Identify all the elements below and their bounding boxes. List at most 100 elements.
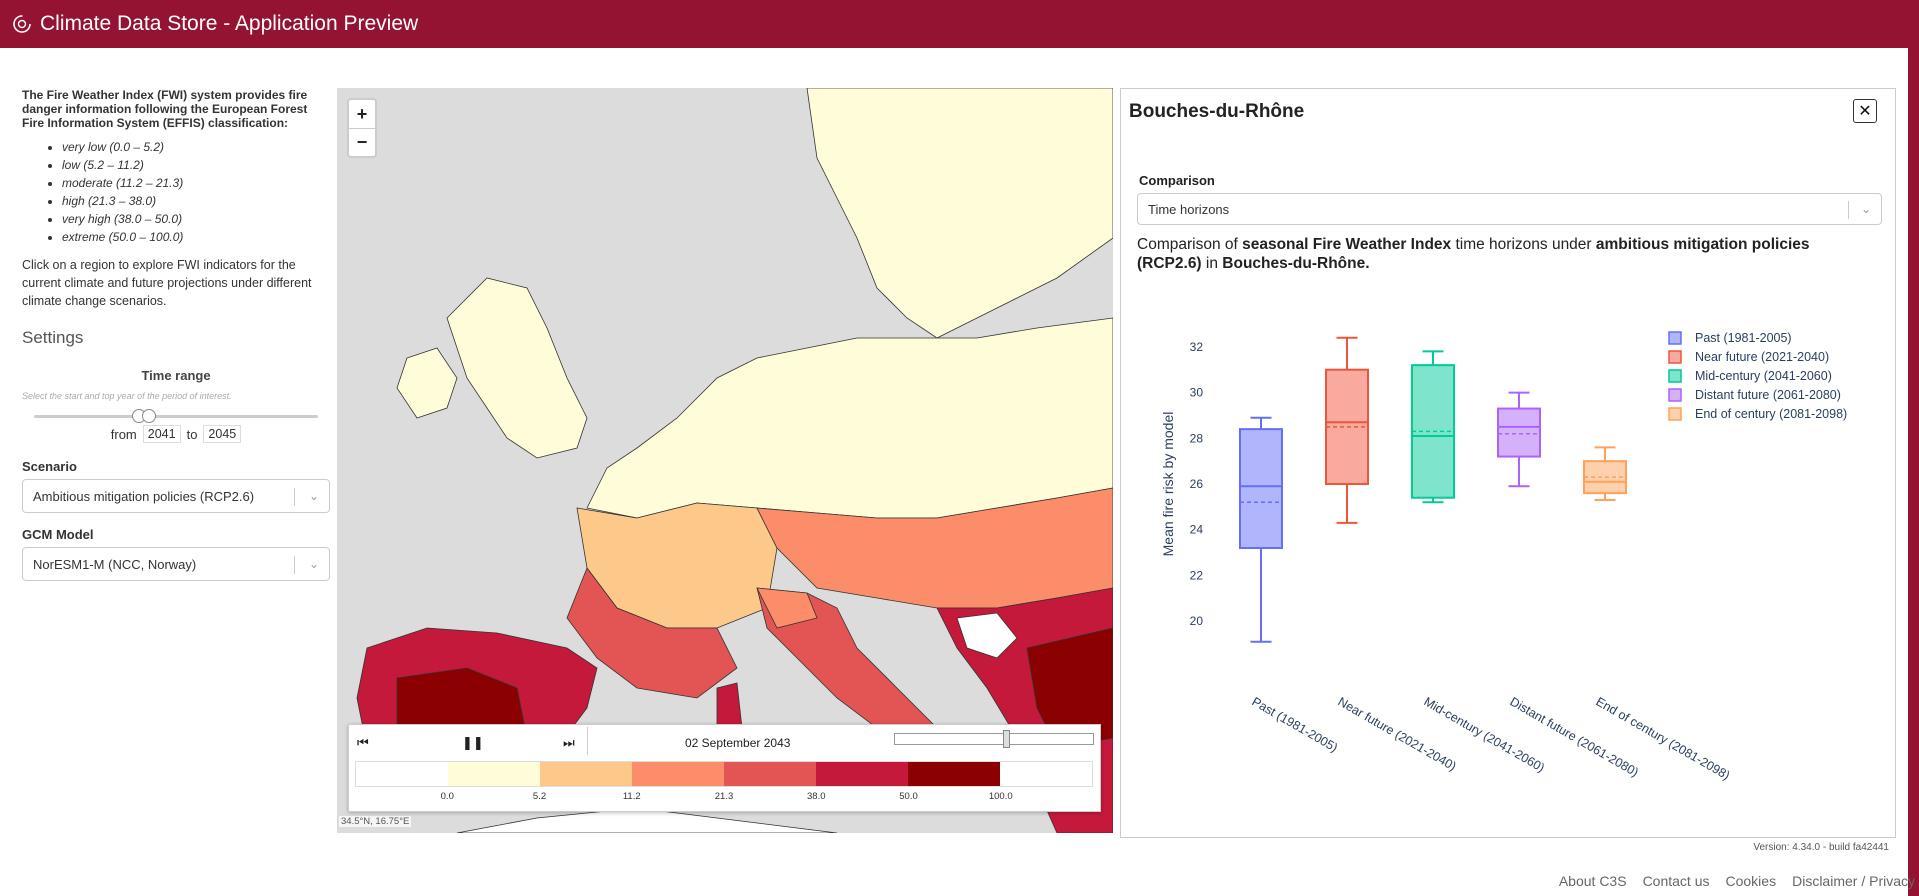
y-axis-label: Mean fire risk by model (1160, 412, 1176, 557)
time-range-values: from 2041 to 2045 (22, 425, 330, 443)
legend-segment (908, 762, 1000, 786)
legend-segment (448, 762, 540, 786)
player-divider (587, 727, 588, 755)
time-slider-handle[interactable] (1003, 730, 1011, 748)
scenario-select[interactable]: Ambitious mitigation policies (RCP2.6) ⌄ (22, 479, 330, 513)
fwi-box-chart[interactable]: 20 22 24 26 28 30 32 Mean fire risk by model Pas… (1121, 289, 1897, 834)
x-tick-label: Past (1981-2005) (1250, 694, 1341, 754)
list-item: low (5.2 – 11.2) (62, 156, 330, 174)
instructions-text: Click on a region to explore FWI indicat… (22, 258, 312, 308)
legend-swatch (1668, 407, 1682, 421)
chevron-down-icon[interactable]: ⌄ (309, 557, 319, 571)
contact-link[interactable]: Contact us (1643, 873, 1710, 889)
select-separator (294, 488, 295, 506)
fwi-legend-ticks: 0.0 5.2 11.2 21.3 38.0 50.0 100.0 (355, 791, 1093, 805)
scenario-value: Ambitious mitigation policies (RCP2.6) (33, 488, 255, 504)
chart-heading: Comparison of seasonal Fire Weather Inde… (1137, 235, 1877, 273)
y-tick-label: 30 (1190, 386, 1204, 400)
gcm-label: GCM Model (22, 527, 94, 542)
select-separator (1848, 201, 1849, 219)
about-link[interactable]: About C3S (1559, 873, 1627, 889)
legend-tick-label: 38.0 (807, 791, 826, 802)
coordinates-readout: 34.5°N, 16.75°E (339, 816, 412, 827)
slider-end-handle[interactable] (142, 409, 156, 423)
comparison-value: Time horizons (1148, 201, 1230, 217)
legend-label: Past (1981-2005) (1695, 331, 1792, 345)
legend-swatch (1668, 388, 1682, 402)
scenario-label: Scenario (22, 459, 77, 474)
fwi-class-list: very low (0.0 – 5.2) low (5.2 – 11.2) mo… (62, 138, 330, 246)
legend-tick-label: 11.2 (622, 791, 641, 802)
legend-segment (816, 762, 908, 786)
sidebar: The Fire Weather Index (FWI) system prov… (22, 88, 330, 581)
time-slider[interactable] (894, 730, 1094, 748)
from-year-input[interactable]: 2041 (142, 425, 181, 443)
legend-segment (356, 762, 448, 786)
slider-track-line (34, 415, 318, 418)
c3s-logo-icon (13, 15, 31, 33)
y-tick-label: 22 (1190, 568, 1204, 582)
settings-title: Settings (22, 328, 84, 347)
gcm-value: NorESM1-M (NCC, Norway) (33, 556, 197, 572)
heading-text: Comparison of (1137, 236, 1243, 253)
list-item: very low (0.0 – 5.2) (62, 138, 330, 156)
gcm-select[interactable]: NorESM1-M (NCC, Norway) ⌄ (22, 547, 330, 581)
footer-links: About C3S Contact us Cookies Disclaimer … (1559, 873, 1915, 889)
app-header: Climate Data Store - Application Preview (0, 0, 1908, 48)
app-title: Climate Data Store - Application Preview (40, 12, 419, 35)
comparison-select[interactable]: Time horizons ⌄ (1137, 193, 1882, 225)
close-icon[interactable]: ✕ (1853, 99, 1877, 123)
list-item: extreme (50.0 – 100.0) (62, 228, 330, 246)
list-item: moderate (11.2 – 21.3) (62, 174, 330, 192)
chevron-down-icon[interactable]: ⌄ (309, 489, 319, 503)
map-canvas[interactable] (337, 88, 1113, 833)
legend-tick-label: 21.3 (714, 791, 734, 802)
y-tick-label: 26 (1190, 477, 1204, 491)
zoom-control: + − (347, 98, 377, 158)
time-player: ⏮ ❚❚ ⏭ 02 September 2043 0.0 5.2 11.2 21.3 3… (348, 724, 1101, 812)
list-item: very high (38.0 – 50.0) (62, 210, 330, 228)
legend-swatch (1668, 350, 1682, 364)
box-body (1239, 428, 1283, 549)
fwi-legend-bar (355, 761, 1093, 787)
fwi-intro-text: The Fire Weather Index (FWI) system prov… (22, 88, 308, 130)
from-label: from (110, 426, 137, 442)
cookies-link[interactable]: Cookies (1726, 873, 1777, 889)
list-item: high (21.3 – 38.0) (62, 192, 330, 210)
to-label: to (186, 426, 198, 442)
y-tick-label: 20 (1190, 614, 1204, 628)
legend-tick-label: 5.2 (532, 791, 547, 802)
pause-icon[interactable]: ❚❚ (462, 735, 484, 751)
current-date: 02 September 2043 (685, 736, 791, 750)
legend-label: Near future (2021-2040) (1695, 350, 1829, 364)
fast-forward-icon[interactable]: ⏭ (563, 735, 575, 751)
legend-segment (540, 762, 632, 786)
legend-label: Distant future (2061-2080) (1695, 388, 1841, 402)
box-body (1497, 407, 1541, 458)
to-year-input[interactable]: 2045 (203, 425, 242, 443)
legend-label: Mid-century (2041-2060) (1695, 369, 1832, 383)
legend-segment (632, 762, 724, 786)
legend-label: End of century (2081-2098) (1695, 407, 1847, 421)
chevron-down-icon[interactable]: ⌄ (1861, 202, 1871, 216)
zoom-out-button[interactable]: − (349, 128, 375, 156)
panel-title: Bouches-du-Rhône (1129, 101, 1305, 122)
legend-segment (1000, 762, 1092, 786)
region-detail-panel: Bouches-du-Rhône ✕ Comparison Time horiz… (1120, 88, 1896, 838)
legend-tick-label: 50.0 (899, 791, 918, 802)
y-tick-label: 32 (1190, 340, 1204, 354)
time-range-slider[interactable] (34, 409, 318, 423)
page-scrollbar[interactable] (1908, 0, 1919, 896)
select-separator (294, 556, 295, 574)
fwi-map[interactable]: + − 34.5°N, 16.75°E (337, 88, 1113, 833)
legend-swatch (1668, 369, 1682, 383)
zoom-in-button[interactable]: + (349, 100, 375, 128)
version-text: Version: 4.34.0 - build fa42441 (1753, 842, 1889, 853)
rewind-icon[interactable]: ⏮ (357, 735, 369, 751)
legend-tick-label: 0.0 (440, 791, 454, 802)
disclaimer-link[interactable]: Disclaimer / Privacy (1792, 873, 1915, 889)
x-tick-label: End of century (2081-2098) (1594, 694, 1733, 782)
heading-bold: seasonal Fire Weather Index (1242, 236, 1452, 253)
y-tick-label: 28 (1190, 431, 1204, 445)
heading-text: in (1201, 255, 1223, 272)
